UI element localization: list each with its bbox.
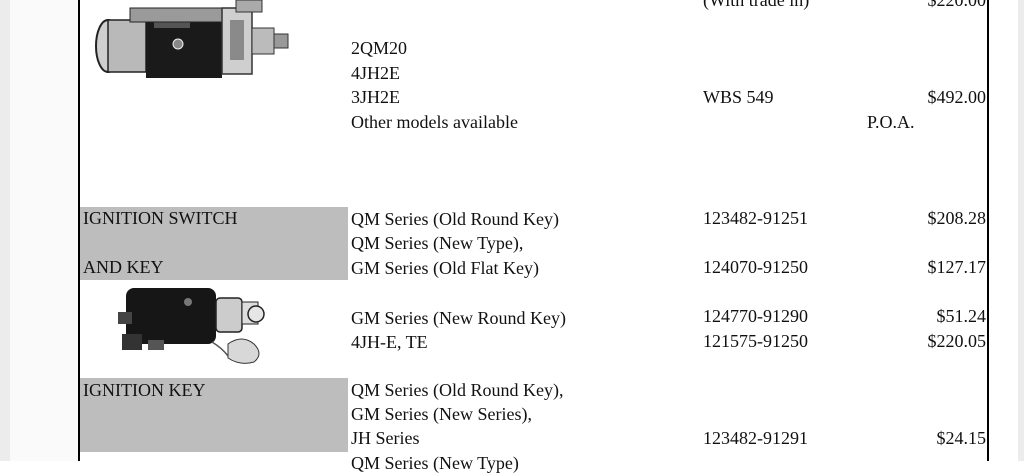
starter-model-3: 3JH2E — [351, 87, 400, 107]
trade-in-note: (With trade in) — [703, 0, 810, 10]
key-row-4-model: QM Series (New Type) — [351, 453, 519, 473]
key-row-3-price: $24.15 — [936, 428, 987, 448]
switch-row-4-price: $51.24 — [936, 306, 987, 326]
starter-price: $492.00 — [927, 87, 987, 107]
viewer-right-margin — [1018, 0, 1024, 461]
switch-row-1-part: 123482-91251 — [703, 208, 808, 228]
starter-model-4: Other models available — [351, 112, 518, 132]
key-row-1-model: QM Series (Old Round Key), — [351, 380, 564, 400]
switch-row-5-part: 121575-91250 — [703, 331, 808, 351]
ignition-switch-icon — [108, 284, 274, 368]
switch-row-1-price: $208.28 — [927, 208, 987, 228]
starter-poa-note: P.O.A. — [867, 112, 915, 132]
viewer-left-margin — [0, 0, 10, 461]
starter-model-1: 2QM20 — [351, 38, 408, 58]
switch-row-4-model: GM Series (New Round Key) — [351, 308, 566, 328]
switch-row-3-model: GM Series (Old Flat Key) — [351, 258, 539, 278]
ignition-switch-label-2: AND KEY — [83, 257, 164, 277]
table-right-border — [987, 0, 989, 461]
starter-motor-icon — [90, 0, 300, 82]
starter-motor-photo — [90, 0, 300, 87]
switch-row-5-price: $220.05 — [927, 331, 987, 351]
switch-row-5-model: 4JH-E, TE — [351, 332, 428, 352]
switch-row-3-part: 124070-91250 — [703, 257, 808, 277]
trade-in-price: $220.00 — [927, 0, 987, 10]
ignition-key-label: IGNITION KEY — [83, 380, 206, 400]
starter-model-2: 4JH2E — [351, 63, 400, 83]
page-left-margin — [10, 0, 78, 461]
switch-row-1-model: QM Series (Old Round Key) — [351, 209, 559, 229]
switch-row-2-model: QM Series (New Type), — [351, 233, 524, 253]
ignition-switch-photo — [108, 284, 274, 373]
key-row-3-model: JH Series — [351, 428, 420, 448]
switch-row-4-part: 124770-91290 — [703, 306, 808, 326]
starter-part-number: WBS 549 — [703, 87, 774, 107]
key-row-2-model: GM Series (New Series), — [351, 404, 532, 424]
key-row-3-part: 123482-91291 — [703, 428, 808, 448]
ignition-switch-label-1: IGNITION SWITCH — [83, 208, 238, 228]
switch-row-3-price: $127.17 — [927, 257, 987, 277]
